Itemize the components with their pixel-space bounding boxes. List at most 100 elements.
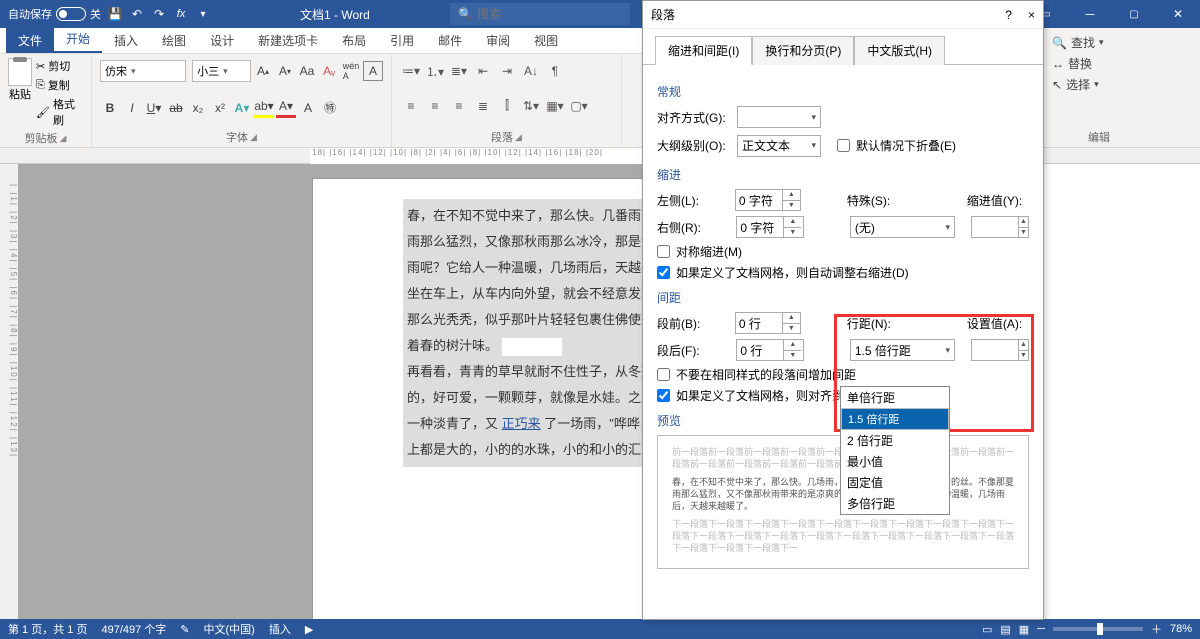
tab-new[interactable]: 新建选项卡: [246, 28, 330, 53]
dialog-close-button[interactable]: ×: [1028, 8, 1035, 22]
up-arrow-icon[interactable]: ▲: [784, 340, 801, 351]
document-area[interactable]: 春，在不知不觉中来了，那么快。几番雨落，细细的丝，像是谁家姑娘条条的丝。不像那夏…: [18, 164, 642, 619]
setval-input[interactable]: [972, 340, 1018, 360]
zoom-level[interactable]: 78%: [1170, 623, 1192, 635]
indent-left-spinner[interactable]: ▲▼: [735, 189, 801, 211]
up-arrow-icon[interactable]: ▲: [783, 190, 800, 201]
grid-indent-checkbox[interactable]: [657, 266, 670, 279]
font-name-select[interactable]: 仿宋: [100, 60, 186, 82]
save-icon[interactable]: 💾: [107, 6, 123, 22]
show-marks-button[interactable]: ¶: [544, 61, 566, 81]
view-print-icon[interactable]: ▤: [1000, 623, 1010, 636]
up-arrow-icon[interactable]: ▲: [1019, 217, 1028, 228]
tab-design[interactable]: 设计: [198, 28, 246, 53]
fold-checkbox[interactable]: [837, 139, 850, 152]
sort-button[interactable]: A↓: [520, 61, 542, 81]
text-effect-button[interactable]: A▾: [232, 98, 252, 118]
view-web-icon[interactable]: ▦: [1019, 623, 1029, 636]
format-painter-button[interactable]: 🖌格式刷: [36, 96, 83, 128]
doc-link[interactable]: 正巧来: [502, 416, 541, 431]
find-button[interactable]: 🔍查找▾: [1052, 32, 1146, 53]
down-arrow-icon[interactable]: ▼: [1019, 351, 1028, 361]
up-arrow-icon[interactable]: ▲: [783, 313, 800, 324]
justify-button[interactable]: ≣: [472, 96, 494, 116]
space-after-spinner[interactable]: ▲▼: [736, 339, 803, 361]
enclosed-char-button[interactable]: ㊕: [320, 98, 340, 118]
shading-button[interactable]: ▦▾: [544, 96, 566, 116]
linespace-option-fixed[interactable]: 固定值: [841, 472, 949, 493]
linespace-option-multi[interactable]: 多倍行距: [841, 493, 949, 514]
paragraph-launcher-icon[interactable]: ◢: [515, 132, 522, 143]
select-button[interactable]: ↖选择▾: [1052, 74, 1146, 95]
tab-references[interactable]: 引用: [378, 28, 426, 53]
window-maximize-button[interactable]: [1112, 0, 1156, 28]
zoom-slider[interactable]: [1053, 627, 1143, 631]
page[interactable]: 春，在不知不觉中来了，那么快。几番雨落，细细的丝，像是谁家姑娘条条的丝。不像那夏…: [312, 178, 642, 619]
linespace-option-double[interactable]: 2 倍行距: [841, 430, 949, 451]
up-arrow-icon[interactable]: ▲: [1019, 340, 1028, 351]
down-arrow-icon[interactable]: ▼: [784, 351, 801, 361]
linespace-select[interactable]: 1.5 倍行距▾: [850, 339, 955, 361]
linespace-option-1-5[interactable]: 1.5 倍行距: [841, 408, 949, 430]
down-arrow-icon[interactable]: ▼: [784, 228, 801, 238]
indent-left-input[interactable]: [736, 190, 782, 210]
status-mode[interactable]: 插入: [269, 621, 291, 637]
bullets-button[interactable]: ≔▾: [400, 61, 422, 81]
font-color-button[interactable]: A▾: [276, 98, 296, 118]
dialog-tab-asian[interactable]: 中文版式(H): [854, 36, 945, 65]
decrease-font-button[interactable]: A▾: [275, 61, 295, 81]
bold-button[interactable]: B: [100, 98, 120, 118]
borders-button[interactable]: ▢▾: [568, 96, 590, 116]
underline-button[interactable]: U▾: [144, 98, 164, 118]
space-after-input[interactable]: [737, 340, 783, 360]
distribute-button[interactable]: ⫿: [496, 96, 518, 116]
indent-right-input[interactable]: [737, 217, 783, 237]
clipboard-launcher-icon[interactable]: ◢: [60, 133, 67, 144]
replace-button[interactable]: ↔替换: [1052, 53, 1146, 74]
status-proof-icon[interactable]: ✎: [180, 623, 189, 636]
mirror-indent-checkbox[interactable]: [657, 245, 670, 258]
tab-layout[interactable]: 布局: [330, 28, 378, 53]
down-arrow-icon[interactable]: ▼: [783, 324, 800, 334]
phonetic-button[interactable]: wénA: [341, 61, 361, 81]
status-page[interactable]: 第 1 页，共 1 页: [8, 621, 87, 637]
multilevel-button[interactable]: ≣▾: [448, 61, 470, 81]
status-words[interactable]: 497/497 个字: [101, 621, 166, 637]
qat-more-icon[interactable]: ▾: [195, 6, 211, 22]
increase-font-button[interactable]: A▴: [253, 61, 273, 81]
change-case-button[interactable]: Aa: [297, 61, 317, 81]
tab-illustrate[interactable]: 绘图: [150, 28, 198, 53]
tab-insert[interactable]: 插入: [102, 28, 150, 53]
status-lang[interactable]: 中文(中国): [204, 621, 255, 637]
decrease-indent-button[interactable]: ⇤: [472, 61, 494, 81]
status-macro-icon[interactable]: ▶: [305, 623, 313, 636]
dialog-help-button[interactable]: ?: [1005, 8, 1012, 22]
alignment-select[interactable]: ▾: [737, 106, 821, 128]
redo-icon[interactable]: ↷: [151, 6, 167, 22]
clear-format-button[interactable]: Aᵥ: [319, 61, 339, 81]
copy-button[interactable]: ⎘复制: [36, 77, 83, 93]
view-read-icon[interactable]: ▭: [982, 623, 992, 636]
tab-view[interactable]: 视图: [522, 28, 570, 53]
tab-mailings[interactable]: 邮件: [426, 28, 474, 53]
search-input[interactable]: [477, 7, 622, 21]
grid-align-checkbox[interactable]: [657, 389, 670, 402]
indent-right-spinner[interactable]: ▲▼: [736, 216, 803, 238]
font-launcher-icon[interactable]: ◢: [250, 132, 257, 143]
strike-button[interactable]: ab: [166, 98, 186, 118]
dialog-tab-pagination[interactable]: 换行和分页(P): [752, 36, 854, 65]
paste-button[interactable]: 粘贴: [8, 58, 32, 128]
window-close-button[interactable]: [1156, 0, 1200, 28]
window-minimize-button[interactable]: [1068, 0, 1112, 28]
special-select[interactable]: (无)▾: [850, 216, 955, 238]
outline-select[interactable]: 正文文本▾: [737, 135, 821, 157]
autosave-toggle[interactable]: 自动保存 关: [8, 6, 101, 22]
line-spacing-button[interactable]: ⇅▾: [520, 96, 542, 116]
fx-icon[interactable]: fx: [173, 6, 189, 22]
cut-button[interactable]: ✂剪切: [36, 58, 83, 74]
zoom-out-button[interactable]: ─: [1037, 623, 1045, 635]
search-box[interactable]: 🔍: [450, 3, 630, 25]
align-right-button[interactable]: ≡: [448, 96, 470, 116]
font-size-select[interactable]: 小三: [192, 60, 251, 82]
dialog-tab-indent[interactable]: 缩进和间距(I): [655, 36, 752, 65]
